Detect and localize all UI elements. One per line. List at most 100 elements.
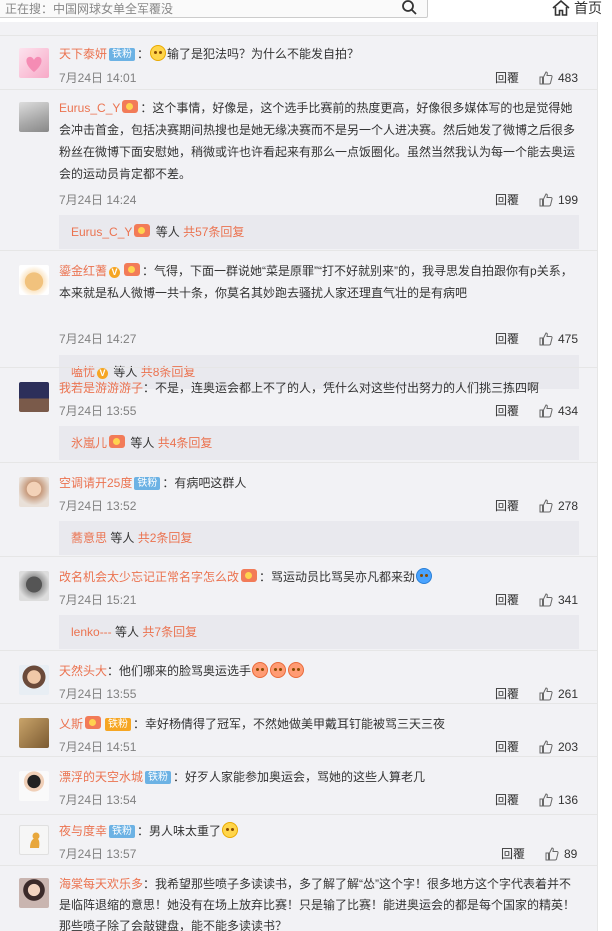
comment-time: 7月24日 13:55 xyxy=(59,687,137,701)
fan-badge: 铁粉 xyxy=(109,48,136,61)
sub-reply-count[interactable]: 共4条回复 xyxy=(158,436,213,450)
comment-body: 海棠每天欢乐多：我希望那些喷子多读读书，多了解了解“怂”这个字！很多地方这个字代… xyxy=(59,877,576,931)
comment-username[interactable]: 天然头大 xyxy=(59,664,107,678)
medal-icon xyxy=(124,263,141,276)
comment-text: 不是，连奥运会都上不了的人，凭什么对这些付出努力的人们挑三拣四啊 xyxy=(155,381,540,395)
comment-item: 乂斯 铁粉 ：幸好杨倩得了冠军，不然她做美甲戴耳钉能被骂三天三夜 7月24日 14:… xyxy=(0,703,597,757)
comment-item: 我若是游游游子：不是，连奥运会都上不了的人，凭什么对这些付出努力的人们挑三拣四啊… xyxy=(0,367,597,477)
comment-meta: 7月24日 13:57 回覆 89 xyxy=(59,846,579,862)
sub-reply-user[interactable]: Eurus_C_Y xyxy=(71,225,132,239)
comment-text: 幸好杨倩得了冠军，不然她做美甲戴耳钉能被骂三天三夜 xyxy=(145,717,446,731)
avatar[interactable] xyxy=(19,48,49,78)
reply-button[interactable]: 回覆 xyxy=(495,739,519,755)
medal-icon xyxy=(122,100,139,113)
comment-username[interactable]: 我若是游游游子 xyxy=(59,381,143,395)
reply-button[interactable]: 回覆 xyxy=(495,331,519,347)
like-count: 136 xyxy=(558,793,579,807)
comment-username[interactable]: Eurus_C_Y xyxy=(59,101,120,115)
avatar[interactable] xyxy=(19,665,49,695)
reply-button[interactable]: 回覆 xyxy=(495,70,519,86)
search-input[interactable]: 正在搜：中国网球女单全军覆没 xyxy=(0,0,428,18)
sub-reply-count[interactable]: 共57条回复 xyxy=(183,225,244,239)
like-button[interactable]: 136 xyxy=(539,792,578,808)
comment-username[interactable]: 天下泰妍 xyxy=(59,47,107,61)
comment-time: 7月24日 13:55 xyxy=(59,404,137,418)
like-button[interactable]: 89 xyxy=(545,846,577,862)
comment-username[interactable]: 空调请开25度 xyxy=(59,476,132,490)
home-label: 首页 xyxy=(574,0,602,16)
comment-time: 7月24日 14:51 xyxy=(59,740,137,754)
avatar[interactable] xyxy=(19,571,49,601)
reply-button[interactable]: 回覆 xyxy=(495,192,519,208)
comment-meta: 7月24日 14:51 回覆 203 xyxy=(59,739,579,755)
reply-button[interactable]: 回覆 xyxy=(495,792,519,808)
like-button[interactable]: 434 xyxy=(539,403,578,419)
home-link[interactable]: 首页 xyxy=(552,0,602,16)
like-button[interactable]: 199 xyxy=(539,192,578,208)
scrollbar[interactable] xyxy=(597,22,612,931)
comment-body: 天然头大：他们哪来的脸骂奥运选手 xyxy=(59,660,579,682)
thumb-up-icon xyxy=(539,499,553,513)
avatar[interactable] xyxy=(19,477,49,507)
reply-button[interactable]: 回覆 xyxy=(501,846,525,862)
fan-badge: 铁粉 xyxy=(105,718,132,731)
sub-reply-count[interactable]: 共7条回复 xyxy=(142,625,197,639)
sub-reply-count[interactable]: 共2条回复 xyxy=(138,531,193,545)
comment-meta: 7月24日 13:55 回覆 261 xyxy=(59,686,579,702)
comment-item: Eurus_C_Y ：这个事情，好像是，这个选手比赛前的热度更高，好像很多媒体写的… xyxy=(0,89,597,267)
reply-button[interactable]: 回覆 xyxy=(495,592,519,608)
comment-meta: 7月24日 15:21 回覆 341 xyxy=(59,592,579,608)
reply-button[interactable]: 回覆 xyxy=(495,403,519,419)
like-count: 89 xyxy=(564,847,578,861)
comment-body: Eurus_C_Y ：这个事情，好像是，这个选手比赛前的热度更高，好像很多媒体写的… xyxy=(59,100,576,181)
reply-button[interactable]: 回覆 xyxy=(495,498,519,514)
thumb-up-icon xyxy=(539,404,553,418)
comment-username[interactable]: 漂浮的天空水城 xyxy=(59,770,143,784)
like-button[interactable]: 475 xyxy=(539,331,578,347)
avatar[interactable] xyxy=(19,102,49,132)
sub-reply-mid: 等人 xyxy=(115,625,140,639)
sub-reply-user[interactable]: 蕎意思 xyxy=(71,531,107,545)
comment-meta: 7月24日 13:54 回覆 136 xyxy=(59,792,579,808)
sub-reply-user[interactable]: 氷嵐儿 xyxy=(71,436,107,450)
like-button[interactable]: 483 xyxy=(539,70,578,86)
sub-reply-summary[interactable]: 蕎意思 等人 共2条回复 xyxy=(59,521,579,555)
like-count: 483 xyxy=(558,71,579,85)
sub-reply-summary[interactable]: Eurus_C_Y 等人 共57条回复 xyxy=(59,215,579,249)
comment-username[interactable]: 夜与度幸 xyxy=(59,824,107,838)
reply-button[interactable]: 回覆 xyxy=(495,686,519,702)
like-button[interactable]: 203 xyxy=(539,739,578,755)
like-button[interactable]: 261 xyxy=(539,686,578,702)
comment-text: 男人味太重了 xyxy=(149,824,222,838)
comment-time: 7月24日 14:01 xyxy=(59,71,137,85)
comment-item: 天然头大：他们哪来的脸骂奥运选手 7月24日 13:55 回覆 261 xyxy=(0,650,597,704)
like-count: 261 xyxy=(558,687,579,701)
sub-reply-summary[interactable]: lenko--- 等人 共7条回复 xyxy=(59,615,579,649)
like-button[interactable]: 278 xyxy=(539,498,578,514)
comment-username[interactable]: 鎏金红蓍 xyxy=(59,264,107,278)
search-icon[interactable] xyxy=(401,0,417,15)
medal-icon xyxy=(109,435,126,448)
comment-body: 乂斯 铁粉 ：幸好杨倩得了冠军，不然她做美甲戴耳钉能被骂三天三夜 xyxy=(59,716,446,731)
like-count: 341 xyxy=(558,593,579,607)
comment-username[interactable]: 改名机会太少忘记正常名字怎么改 xyxy=(59,570,239,584)
avatar[interactable] xyxy=(19,382,49,412)
angry-emoji-icon xyxy=(288,662,305,678)
like-count: 199 xyxy=(558,193,579,207)
thumb-up-icon xyxy=(539,687,553,701)
avatar[interactable] xyxy=(19,825,49,855)
sub-reply-user[interactable]: lenko--- xyxy=(71,625,112,639)
sub-reply-summary[interactable]: 氷嵐儿 等人 共4条回复 xyxy=(59,426,579,460)
avatar[interactable] xyxy=(19,265,49,295)
medal-icon xyxy=(134,224,151,237)
avatar[interactable] xyxy=(19,878,49,908)
avatar[interactable] xyxy=(19,771,49,801)
thumb-up-icon xyxy=(539,593,553,607)
comment-username[interactable]: 乂斯 xyxy=(59,717,83,731)
thumb-up-icon xyxy=(545,847,559,861)
comment-meta: 7月24日 14:01 回覆 483 xyxy=(59,70,579,86)
avatar[interactable] xyxy=(19,718,49,748)
like-button[interactable]: 341 xyxy=(539,592,578,608)
comment-meta: 7月24日 14:27 回覆 475 xyxy=(59,331,579,347)
comment-username[interactable]: 海棠每天欢乐多 xyxy=(59,877,143,891)
